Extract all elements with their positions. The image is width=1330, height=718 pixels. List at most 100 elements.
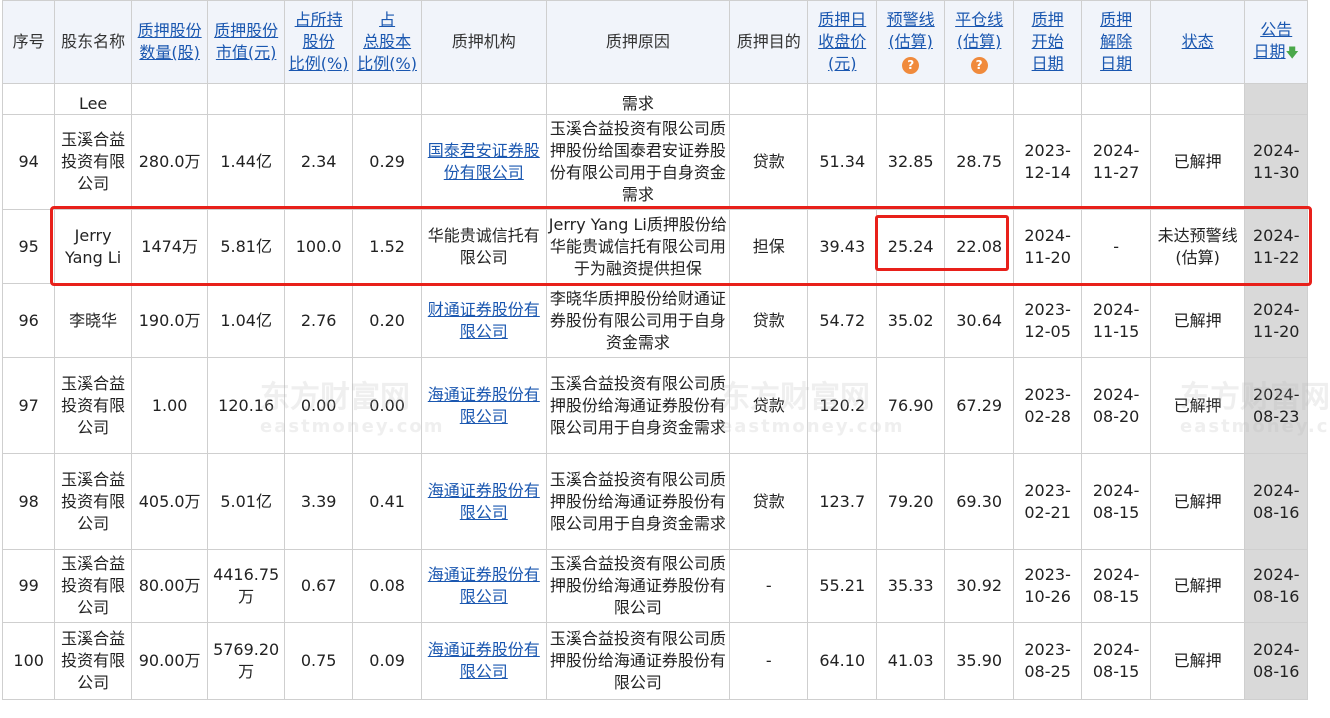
- sort-start-link[interactable]: 质押 开始 日期: [1032, 10, 1064, 73]
- header-close[interactable]: 质押日 收盘价 (元): [807, 0, 877, 84]
- header-announce[interactable]: 公告 日期🡇: [1244, 0, 1308, 84]
- org-link[interactable]: 海通证券股份有限公司: [428, 385, 540, 426]
- header-pct-held[interactable]: 占所持 股份 比例(%): [283, 0, 354, 84]
- table-row: 97 玉溪合益投资有限公司 1.00 120.16 0.00 0.00 海通证券股份有限公司…: [1, 357, 1308, 454]
- purpose-cell: 贷款: [728, 453, 809, 550]
- org-link[interactable]: 海通证券股份有限公司: [428, 481, 540, 522]
- release-date-cell: 2024-08-15: [1081, 453, 1151, 550]
- start-date-cell: 2023-08-25: [1012, 622, 1083, 700]
- org-link[interactable]: 国泰君安证券股份有限公司: [428, 141, 540, 182]
- sort-pct-total-link[interactable]: 占总股本 比例(%): [357, 10, 417, 73]
- reason-cell: 玉溪合益投资有限公司质押股份给国泰君安证券股份有限公司用于自身资金需求: [545, 114, 730, 210]
- header-reason: 质押原因: [545, 0, 730, 84]
- org-link[interactable]: 海通证券股份有限公司: [428, 565, 540, 606]
- holder-cell: 玉溪合益投资有限公司: [54, 114, 132, 210]
- pct-held-cell: 0.75: [283, 622, 354, 700]
- status-cell: 已解押: [1149, 453, 1246, 550]
- header-liq[interactable]: 平仓线 (估算)?: [944, 0, 1014, 84]
- pct-held-cell: 0.00: [283, 357, 354, 454]
- pct-total-cell: 0.09: [352, 622, 422, 700]
- holder-cell: Jerry Yang Li: [54, 209, 132, 284]
- table-row: 100 玉溪合益投资有限公司 90.00万 5769.20万 0.75 0.09 海通证券股…: [1, 622, 1308, 700]
- help-icon[interactable]: ?: [970, 57, 988, 74]
- pct-held-cell: 2.34: [283, 114, 354, 210]
- sort-down-icon[interactable]: 🡇: [1286, 46, 1299, 61]
- reason-cell: 李晓华质押股份给财通证券股份有限公司用于自身资金需求: [545, 283, 730, 358]
- shares-cell: 280.0万: [130, 114, 209, 210]
- holder-cell: 李晓华: [54, 283, 132, 358]
- purpose-cell: -: [728, 549, 809, 623]
- header-org: 质押机构: [420, 0, 547, 84]
- pct-total-cell: 1.52: [352, 209, 422, 284]
- header-shares[interactable]: 质押股份 数量(股): [130, 0, 209, 84]
- header-warn[interactable]: 预警线 (估算)?: [875, 0, 946, 84]
- sort-release-link[interactable]: 质押 解除 日期: [1100, 10, 1132, 73]
- seq-cell: 98: [1, 453, 56, 550]
- warn-cell: 35.33: [875, 549, 946, 623]
- close-cell: 123.7: [807, 453, 877, 550]
- liq-cell: 67.29: [944, 357, 1014, 454]
- close-cell: 51.34: [807, 114, 877, 210]
- reason-cell: 玉溪合益投资有限公司质押股份给海通证券股份有限公司: [545, 549, 730, 623]
- org-link[interactable]: 海通证券股份有限公司: [428, 640, 540, 681]
- org-link[interactable]: 财通证券股份有限公司: [428, 300, 540, 341]
- announce-date-cell: 2024-08-23: [1244, 357, 1308, 454]
- mktval-cell: 1.04亿: [207, 283, 285, 358]
- liq-cell: 22.08: [944, 209, 1014, 284]
- start-date-cell: 2023-02-28: [1012, 357, 1083, 454]
- mktval-cell: 1.44亿: [207, 114, 285, 210]
- announce-date-cell: 2024-08-16: [1244, 549, 1308, 623]
- warn-cell: 76.90: [875, 357, 946, 454]
- liq-cell: 30.92: [944, 549, 1014, 623]
- header-status[interactable]: 状态: [1149, 0, 1246, 84]
- pct-total-cell: 0.29: [352, 114, 422, 210]
- purpose-cell: 担保: [728, 209, 809, 284]
- help-icon[interactable]: ?: [902, 57, 920, 74]
- pledge-table: 序号 股东名称 质押股份 数量(股) 质押股份 市值(元) 占所持 股份 比例(%) 占…: [1, 0, 1308, 700]
- sort-shares-link[interactable]: 质押股份 数量(股): [138, 21, 202, 62]
- pct-total-cell: 0.20: [352, 283, 422, 358]
- status-cell: 已解押: [1149, 357, 1246, 454]
- close-cell: 39.43: [807, 209, 877, 284]
- table-row: 94 玉溪合益投资有限公司 280.0万 1.44亿 2.34 0.29 国泰君安证券股份有…: [1, 114, 1308, 210]
- header-release[interactable]: 质押 解除 日期: [1081, 0, 1151, 84]
- shares-cell: 405.0万: [130, 453, 209, 550]
- warn-cell: 25.24: [875, 209, 946, 284]
- start-date-cell: 2023-02-21: [1012, 453, 1083, 550]
- org-cell: 华能贵诚信托有限公司: [420, 209, 547, 284]
- sort-mktval-link[interactable]: 质押股份 市值(元): [214, 21, 278, 62]
- org-cell: 海通证券股份有限公司: [420, 549, 547, 623]
- sort-liq-link[interactable]: 平仓线 (估算): [955, 10, 1003, 51]
- close-cell: 54.72: [807, 283, 877, 358]
- liq-cell: 30.64: [944, 283, 1014, 358]
- header-purpose: 质押目的: [728, 0, 809, 84]
- sort-warn-link[interactable]: 预警线 (估算): [887, 10, 935, 51]
- status-cell: 已解押: [1149, 622, 1246, 700]
- liq-cell: 35.90: [944, 622, 1014, 700]
- liq-cell: 28.75: [944, 114, 1014, 210]
- org-cell: 海通证券股份有限公司: [420, 622, 547, 700]
- sort-pct-held-link[interactable]: 占所持 股份 比例(%): [289, 10, 349, 73]
- sort-status-link[interactable]: 状态: [1182, 32, 1214, 51]
- announce-date-cell: 2024-11-20: [1244, 283, 1308, 358]
- shares-cell: 1474万: [130, 209, 209, 284]
- header-pct-total[interactable]: 占总股本 比例(%): [352, 0, 422, 84]
- announce-date-cell: 2024-08-16: [1244, 622, 1308, 700]
- seq-cell: 99: [1, 549, 56, 623]
- pct-held-cell: 2.76: [283, 283, 354, 358]
- seq-cell: 96: [1, 283, 56, 358]
- release-date-cell: 2024-08-20: [1081, 357, 1151, 454]
- start-date-cell: 2023-10-26: [1012, 549, 1083, 623]
- reason-cell: Jerry Yang Li质押股份给华能贵诚信托有限公司用于为融资提供担保: [545, 209, 730, 284]
- holder-cell: Lee: [54, 83, 132, 115]
- sort-close-link[interactable]: 质押日 收盘价 (元): [818, 10, 866, 73]
- announce-date-cell: 2024-11-30: [1244, 114, 1308, 210]
- header-start[interactable]: 质押 开始 日期: [1012, 0, 1083, 84]
- holder-cell: 玉溪合益投资有限公司: [54, 622, 132, 700]
- header-mktval[interactable]: 质押股份 市值(元): [207, 0, 285, 84]
- mktval-cell: 4416.75万: [207, 549, 285, 623]
- mktval-cell: 5769.20万: [207, 622, 285, 700]
- seq-cell: 95: [1, 209, 56, 284]
- status-cell: 已解押: [1149, 114, 1246, 210]
- pct-total-cell: 0.00: [352, 357, 422, 454]
